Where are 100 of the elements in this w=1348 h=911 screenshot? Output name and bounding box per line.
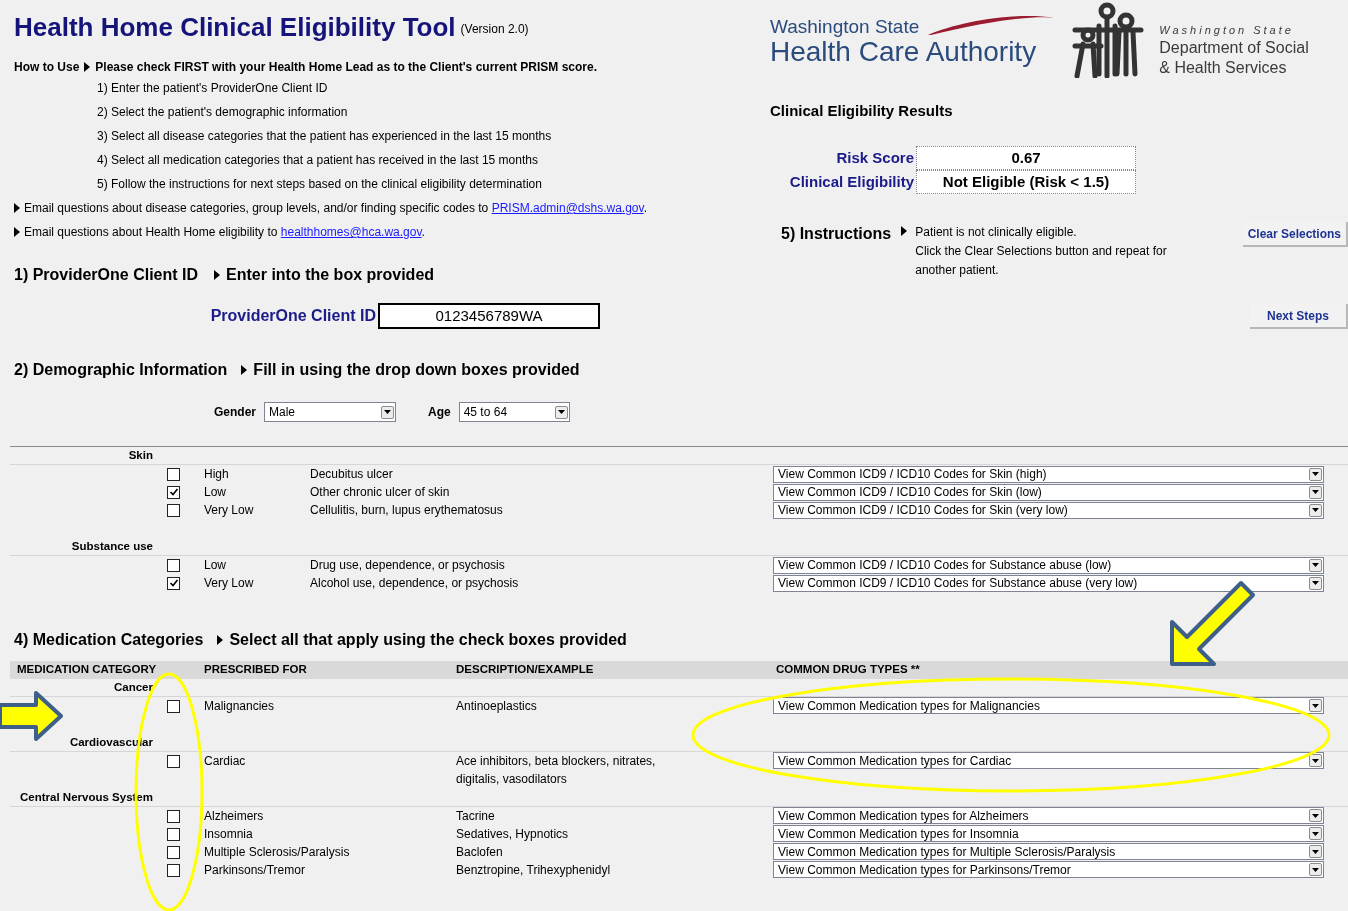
field-label: Gender <box>214 404 256 421</box>
checkbox[interactable] <box>167 558 180 572</box>
step-text: 4) Select all medication categories that a patient has received in the last 15 months <box>97 152 538 169</box>
condition-text: Cellulitis, burn, lupus erythematosus <box>310 502 504 519</box>
prescribed-for-text: Cardiac <box>204 753 247 770</box>
prescribed-for-text: Insomnia <box>204 826 254 843</box>
group-label: Cancer <box>113 679 153 695</box>
drug-description-text: Sedatives, Hypnotics <box>456 826 570 843</box>
email-note: Email questions about Health Home eligibility to healthhomes@hca.wa.gov. <box>24 224 425 241</box>
column-heading: DESCRIPTION/EXAMPLE <box>456 662 595 678</box>
prescribed-for-text: Alzheimers <box>204 808 265 825</box>
caret-down-icon <box>1309 503 1322 517</box>
next-steps-button[interactable]: Next Steps <box>1250 304 1348 329</box>
section-heading: 4) Medication Categories <box>14 630 204 650</box>
drug-description-text: Antinoeplastics <box>456 698 538 715</box>
pointer-icon <box>214 270 221 280</box>
dropdown[interactable]: View Common ICD9 / ICD10 Codes for Substance abuse (low) <box>773 556 1324 574</box>
hca-logo-text: Health Care Authority <box>770 38 1038 66</box>
checkbox[interactable] <box>167 863 180 877</box>
severity-text: Low <box>204 557 227 574</box>
checkbox[interactable] <box>167 827 180 841</box>
dropdown[interactable]: View Common ICD9 / ICD10 Codes for Skin (very low) <box>773 501 1324 519</box>
dropdown[interactable]: View Common Medication types for Cardiac <box>773 752 1324 769</box>
field-label: ProviderOne Client ID <box>209 306 377 326</box>
condition-text: Decubitus ulcer <box>310 466 394 483</box>
condition-text: Alcohol use, dependence, or psychosis <box>310 575 520 592</box>
checkbox[interactable] <box>167 699 180 713</box>
instructions-text: Patient is not clinically eligible. Click the Clear Selections button and repeat for another patient. <box>915 224 1168 279</box>
arrow-annotation <box>0 690 64 742</box>
checkbox[interactable] <box>167 503 180 517</box>
client-id-field[interactable]: 0123456789WA <box>378 303 600 329</box>
caret-down-icon <box>1309 754 1322 767</box>
caret-down-icon <box>1309 699 1322 712</box>
checkbox[interactable] <box>167 467 180 481</box>
email-link[interactable]: PRISM.admin@dshs.wa.gov <box>491 201 644 215</box>
dropdown[interactable]: View Common ICD9 / ICD10 Codes for Substance abuse (very low) <box>773 574 1324 592</box>
drug-description-text: Baclofen <box>456 844 504 861</box>
dropdown[interactable]: 45 to 64 <box>458 402 570 422</box>
dropdown[interactable]: View Common ICD9 / ICD10 Codes for Skin (high) <box>773 465 1324 483</box>
prescribed-for-text: Multiple Sclerosis/Paralysis <box>204 844 351 861</box>
pointer-icon <box>901 226 908 236</box>
step-text: 2) Select the patient's demographic information <box>97 104 348 121</box>
section-hint: Select all that apply using the check boxes provided <box>229 630 627 650</box>
section-heading: 2) Demographic Information <box>14 360 228 380</box>
people-logo-icon <box>1071 2 1146 78</box>
step-text: 5) Follow the instructions for next steps based on the clinical eligibility determination <box>97 176 542 193</box>
results-title: Clinical Eligibility Results <box>770 101 954 120</box>
caret-down-icon <box>1309 467 1322 481</box>
dropdown[interactable]: View Common Medication types for Parkinsons/Tremor <box>773 861 1324 878</box>
pointer-icon <box>14 227 20 237</box>
dropdown[interactable]: Male <box>264 402 396 422</box>
pointer-icon <box>84 62 91 72</box>
drug-description-text: Benztropine, Trihexyphenidyl <box>456 862 612 879</box>
severity-text: High <box>204 466 230 483</box>
result-value: 0.67 <box>916 146 1136 170</box>
caret-down-icon <box>1309 485 1322 499</box>
intro-text: Please check FIRST with your Health Home Lead as to the Client's current PRISM score. <box>95 59 597 76</box>
app-title: Health Home Clinical Eligibility Tool <box>14 14 456 40</box>
result-value: Not Eligible (Risk < 1.5) <box>916 170 1136 194</box>
prescribed-for-text: Parkinsons/Tremor <box>204 862 306 879</box>
how-to-use-label: How to Use <box>14 59 80 76</box>
checkbox[interactable] <box>167 485 180 499</box>
instructions-label: 5) Instructions <box>781 224 892 244</box>
caret-down-icon <box>1309 863 1322 876</box>
prescribed-for-text: Malignancies <box>204 698 276 715</box>
caret-down-icon <box>1309 558 1322 572</box>
severity-text: Very Low <box>204 502 255 519</box>
field-label: Age <box>428 404 451 421</box>
result-label: Risk Score <box>835 147 915 168</box>
caret-down-icon <box>1309 576 1322 590</box>
dropdown[interactable]: View Common ICD9 / ICD10 Codes for Skin (low) <box>773 483 1324 501</box>
checkbox[interactable] <box>167 809 180 823</box>
version-label: (Version 2.0) <box>460 21 529 38</box>
dropdown[interactable]: View Common Medication types for Insomnia <box>773 825 1324 842</box>
pointer-icon <box>241 365 248 375</box>
dropdown[interactable]: View Common Medication types for Alzheimers <box>773 807 1324 824</box>
dshs-logo-text: Washington State Department of Social & Health Services <box>1159 24 1309 78</box>
caret-down-icon <box>1309 845 1322 858</box>
condition-text: Other chronic ulcer of skin <box>310 484 451 501</box>
drug-description-text: Ace inhibitors, beta blockers, nitrates, digitalis, vasodilators <box>456 753 657 788</box>
column-heading: COMMON DRUG TYPES ** <box>776 662 920 678</box>
step-text: 1) Enter the patient's ProviderOne Client ID <box>97 80 328 97</box>
column-heading: PRESCRIBED FOR <box>204 662 308 678</box>
hca-logo-text: Washington State <box>770 17 920 36</box>
drug-description-text: Tacrine <box>456 808 496 825</box>
dropdown[interactable]: View Common Medication types for Malignancies <box>773 697 1324 714</box>
caret-down-icon <box>1309 809 1322 822</box>
checkbox[interactable] <box>167 576 180 590</box>
dropdown[interactable]: View Common Medication types for Multiple Sclerosis/Paralysis <box>773 843 1324 860</box>
email-link[interactable]: healthhomes@hca.wa.gov <box>280 225 422 239</box>
section-hint: Fill in using the drop down boxes provided <box>253 360 580 380</box>
caret-down-icon <box>381 405 394 419</box>
checkbox[interactable] <box>167 845 180 859</box>
pointer-icon <box>14 203 20 213</box>
clear-selections-button[interactable]: Clear Selections <box>1242 222 1348 247</box>
caret-down-icon <box>554 405 568 419</box>
condition-text: Drug use, dependence, or psychosis <box>310 557 506 574</box>
group-label: Substance use <box>70 538 153 554</box>
checkbox[interactable] <box>167 754 180 768</box>
severity-text: Very Low <box>204 575 255 592</box>
